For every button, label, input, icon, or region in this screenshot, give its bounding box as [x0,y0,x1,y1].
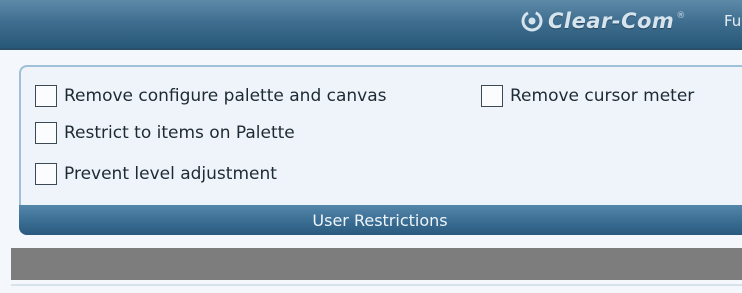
option-remove-configure-palette[interactable]: Remove configure palette and canvas [35,85,387,107]
checkbox-remove-cursor-meter[interactable] [481,85,503,107]
app-header-bar: Clear-Com ® Fu [0,0,742,50]
checkbox-remove-configure-palette[interactable] [35,85,57,107]
panel-title: User Restrictions [312,210,448,230]
brand-logo: Clear-Com ® [520,6,685,36]
gray-separator-bar [11,248,742,280]
checkbox-prevent-level-adjustment[interactable] [35,163,57,185]
option-label: Prevent level adjustment [64,164,277,184]
checkbox-restrict-to-palette[interactable] [35,122,57,144]
option-restrict-to-palette[interactable]: Restrict to items on Palette [35,122,295,144]
menu-item-partial[interactable]: Fu [724,12,741,30]
option-label: Remove cursor meter [510,86,695,106]
option-prevent-level-adjustment[interactable]: Prevent level adjustment [35,163,277,185]
brand-name: Clear-Com [548,9,675,33]
user-restrictions-panel: Remove configure palette and canvas Remo… [19,65,742,235]
option-label: Remove configure palette and canvas [64,86,387,106]
option-label: Restrict to items on Palette [64,123,295,143]
clear-com-logo-icon [521,10,543,32]
panel-title-bar: User Restrictions [19,205,742,235]
brand-trademark: ® [676,11,686,21]
option-remove-cursor-meter[interactable]: Remove cursor meter [481,85,694,107]
bottom-divider [11,284,742,286]
